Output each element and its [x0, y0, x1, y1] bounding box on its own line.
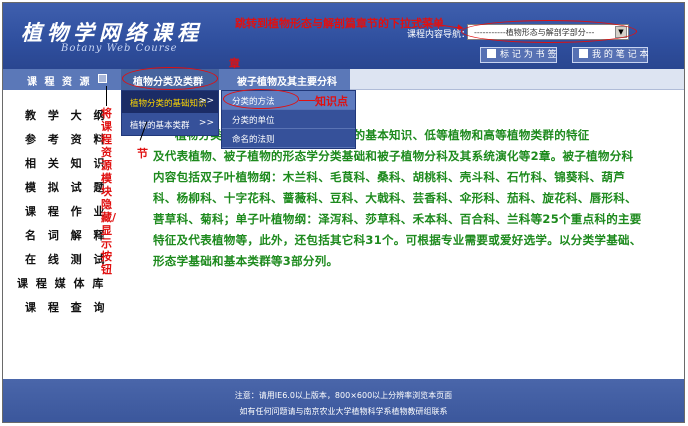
sidebar-item-search[interactable]: 课 程 查 询: [25, 299, 109, 315]
page-frame: 植物学网络课程 Botany Web Course 跳转到植物形态与解剖篇章节的…: [2, 2, 685, 423]
resources-label: 课 程 资 源: [27, 77, 92, 88]
bookmark-button[interactable]: 标 记 为 书 签: [480, 47, 557, 63]
annotation-ellipse: [223, 89, 299, 109]
chevron-right-icon: >>: [198, 96, 214, 106]
menu-point-naming[interactable]: 命名的法则: [222, 129, 355, 148]
sidebar-item-media-library[interactable]: 课 程 媒 体 库: [17, 275, 105, 291]
annotation-sidebar-toggle: 将课程资源模块隐藏/显示按钮: [101, 107, 117, 276]
description-body: 及代表植物、被子植物的形态学分类基础和被子植物分科及其系统演化等2章。被子植物分…: [153, 149, 642, 268]
header: 植物学网络课程 Botany Web Course 跳转到植物形态与解剖篇章节的…: [3, 3, 684, 69]
bookmark-icon: [487, 49, 496, 58]
notebook-label: 我 的 笔 记 本: [592, 50, 649, 60]
tab-angiosperm-families[interactable]: 被子植物及其主要分科: [219, 69, 350, 90]
sidebar-item-related[interactable]: 相 关 知 识: [25, 155, 109, 171]
chevron-right-icon: >>: [198, 118, 214, 128]
annotation-chapter: 章: [229, 57, 240, 70]
menu-section-groups[interactable]: 植物的基本类群 >>: [122, 113, 218, 135]
description-lead: 物分类的基本知识、低等植物和高等植物类群的特征: [318, 128, 590, 142]
footer: 注意：请用IE6.0以上版本，800×600以上分辨率浏览本页面 如有任何问题请…: [3, 379, 684, 422]
bookmark-label: 标 记 为 书 签: [500, 50, 557, 60]
notebook-icon: [579, 49, 588, 58]
annotation-ellipse: [122, 67, 218, 90]
annotation-section: 节: [137, 147, 148, 160]
menu-section-label: 植物的基本类群: [130, 121, 190, 131]
nav-label: 课程内容导航：: [407, 30, 471, 40]
sidebar-item-mock-tests[interactable]: 模 拟 试 题: [25, 179, 109, 195]
footer-contact: 如有任何问题请与南京农业大学植物科学系植物教研组联系: [239, 407, 448, 416]
section-menu: 植物分类的基础知识 >> 植物的基本类群 >>: [121, 90, 219, 136]
arrow-icon: [106, 86, 107, 106]
sidebar-item-online-test[interactable]: 在 线 测 试: [25, 251, 109, 267]
sidebar-item-homework[interactable]: 课 程 作 业: [25, 203, 109, 219]
menu-point-units[interactable]: 分类的单位: [222, 110, 355, 129]
sidebar-toggle-icon[interactable]: [98, 74, 107, 83]
annotation-ellipse: [461, 20, 637, 43]
footer-notice: 注意：请用IE6.0以上版本，800×600以上分辨率浏览本页面: [234, 391, 453, 400]
sidebar-item-glossary[interactable]: 名 词 解 释: [25, 227, 109, 243]
sidebar-item-syllabus[interactable]: 教 学 大 纲: [25, 107, 109, 123]
arrow-icon: [299, 100, 315, 101]
logo-subtitle: Botany Web Course: [61, 43, 178, 54]
annotation-knowledge-point: 知识点: [315, 95, 348, 108]
menu-section-label: 植物分类的基础知识: [130, 99, 207, 109]
sidebar-item-references[interactable]: 参 考 资 料: [25, 131, 109, 147]
notebook-button[interactable]: 我 的 笔 记 本: [572, 47, 648, 63]
menu-section-basics[interactable]: 植物分类的基础知识 >>: [122, 91, 218, 113]
